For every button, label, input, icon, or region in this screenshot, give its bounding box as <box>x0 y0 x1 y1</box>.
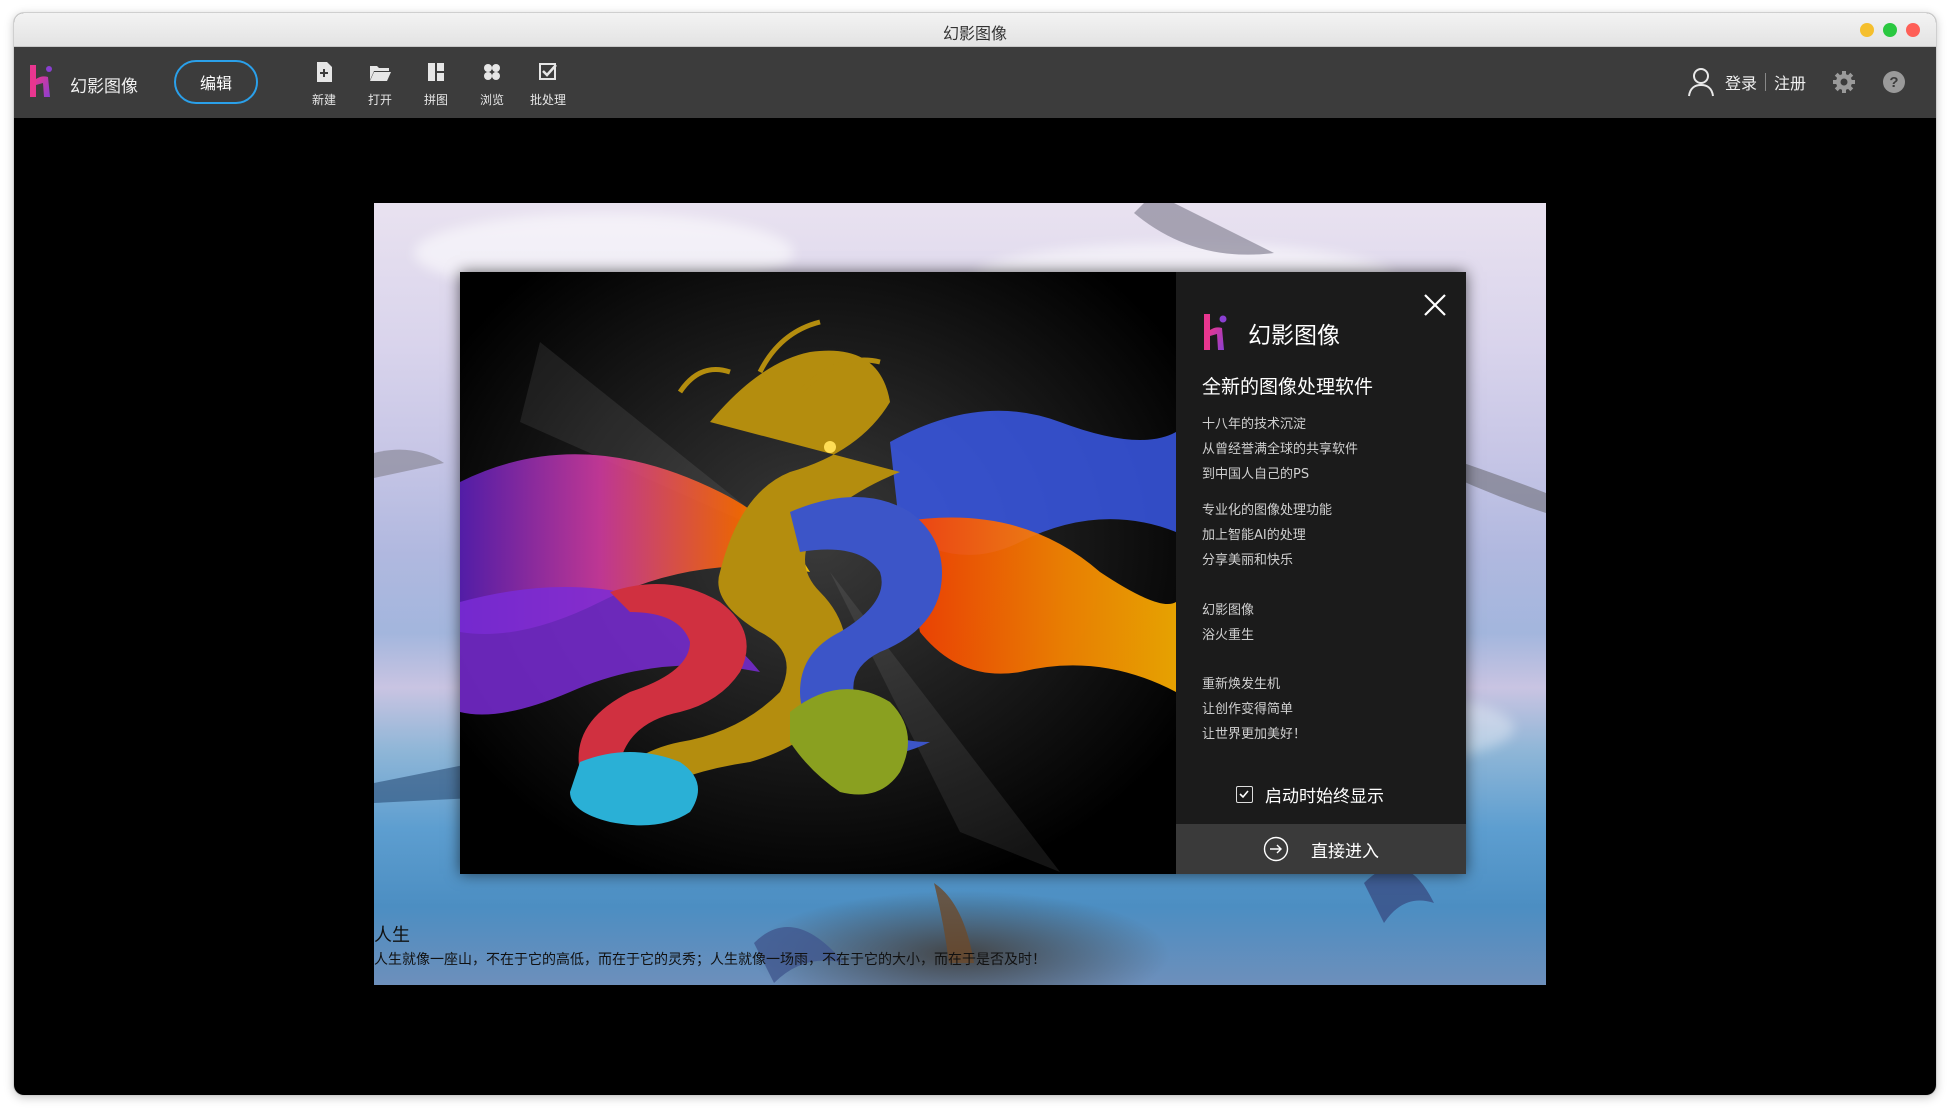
divider <box>1764 73 1766 91</box>
user-icon[interactable] <box>1687 67 1715 97</box>
gear-icon[interactable] <box>1832 70 1856 94</box>
login-link[interactable]: 登录 <box>1725 70 1757 94</box>
new-button[interactable]: 新建 <box>296 61 352 108</box>
app-name: 幻影图像 <box>70 77 138 97</box>
window-title: 幻影图像 <box>942 24 1007 43</box>
intro-line: 到中国人自己的PS <box>1202 467 1310 482</box>
batch-button[interactable]: 批处理 <box>520 61 576 108</box>
batch-icon <box>539 63 557 80</box>
caption-title: 人生 <box>374 925 410 946</box>
close-icon[interactable] <box>1422 292 1448 318</box>
help-icon[interactable]: ? <box>1882 70 1906 94</box>
caption-text: 人生就像一座山，不在于它的高低，而在于它的灵秀；人生就像一场雨，不在于它的大小，… <box>374 952 1046 968</box>
dialog-tagline: 全新的图像处理软件 <box>1202 376 1374 398</box>
browse-icon <box>484 64 500 80</box>
intro-line: 让创作变得简单 <box>1202 702 1294 717</box>
intro-line: 加上智能AI的处理 <box>1202 528 1306 543</box>
intro-line: 浴火重生 <box>1202 628 1255 643</box>
welcome-panel: 幻影图像 全新的图像处理软件 十八年的技术沉淀 从曾经誉满全球的共享软件 到中国… <box>1176 272 1466 874</box>
main-toolbar: 幻影图像 编辑 新建 打开 拼图 浏览 批处理 登录 注册 ? <box>14 47 1936 118</box>
browse-button[interactable]: 浏览 <box>464 61 520 108</box>
intro-line: 分享美丽和快乐 <box>1202 553 1294 568</box>
intro-line: 从曾经誉满全球的共享软件 <box>1202 442 1359 457</box>
account-area: 登录 注册 ? <box>1687 67 1906 97</box>
dragon-illustration <box>460 272 1176 874</box>
open-label: 打开 <box>367 93 392 107</box>
window-controls <box>1860 23 1920 37</box>
intro-paragraph-1: 十八年的技术沉淀 从曾经誉满全球的共享软件 到中国人自己的PS <box>1202 412 1358 487</box>
minimize-button[interactable] <box>1860 23 1874 37</box>
collage-icon <box>428 63 444 81</box>
dragon-artwork <box>460 272 1176 874</box>
welcome-dialog: 幻影图像 全新的图像处理软件 十八年的技术沉淀 从曾经誉满全球的共享软件 到中国… <box>460 272 1466 874</box>
batch-label: 批处理 <box>529 93 566 107</box>
open-button[interactable]: 打开 <box>352 61 408 108</box>
new-file-icon <box>317 62 332 82</box>
show-on-startup-checkbox[interactable]: 启动时始终显示 <box>1236 782 1384 807</box>
app-logo-icon <box>30 65 52 97</box>
dialog-app-name: 幻影图像 <box>1248 323 1340 349</box>
intro-line: 十八年的技术沉淀 <box>1202 417 1307 432</box>
checkbox-box[interactable] <box>1236 786 1253 803</box>
edit-button[interactable]: 编辑 <box>174 60 258 104</box>
title-bar: 幻影图像 <box>14 13 1936 47</box>
image-caption: 人生 人生就像一座山，不在于它的高低，而在于它的灵秀；人生就像一场雨，不在于它的… <box>374 921 1046 969</box>
intro-line: 让世界更加美好！ <box>1202 727 1307 742</box>
intro-paragraph-3: 幻影图像 浴火重生 <box>1202 598 1254 648</box>
new-label: 新建 <box>311 93 336 107</box>
maximize-button[interactable] <box>1883 23 1897 37</box>
browse-label: 浏览 <box>479 93 504 107</box>
register-link[interactable]: 注册 <box>1774 70 1806 94</box>
intro-line: 专业化的图像处理功能 <box>1202 503 1333 518</box>
enter-label: 直接进入 <box>1311 841 1379 862</box>
intro-line: 幻影图像 <box>1202 603 1255 618</box>
app-logo-icon <box>1204 314 1227 350</box>
close-window-button[interactable] <box>1906 23 1920 37</box>
svg-text:?: ? <box>1889 74 1898 91</box>
folder-open-icon <box>370 66 391 81</box>
arrow-right-circle-icon <box>1263 836 1289 862</box>
checkbox-label: 启动时始终显示 <box>1265 787 1384 807</box>
enter-button[interactable]: 直接进入 <box>1176 824 1466 874</box>
intro-line: 重新焕发生机 <box>1202 677 1281 692</box>
intro-paragraph-2: 专业化的图像处理功能 加上智能AI的处理 分享美丽和快乐 <box>1202 498 1332 573</box>
checkmark-icon <box>1239 790 1249 799</box>
collage-button[interactable]: 拼图 <box>408 61 464 108</box>
collage-label: 拼图 <box>423 93 448 107</box>
intro-paragraph-4: 重新焕发生机 让创作变得简单 让世界更加美好！ <box>1202 672 1306 747</box>
